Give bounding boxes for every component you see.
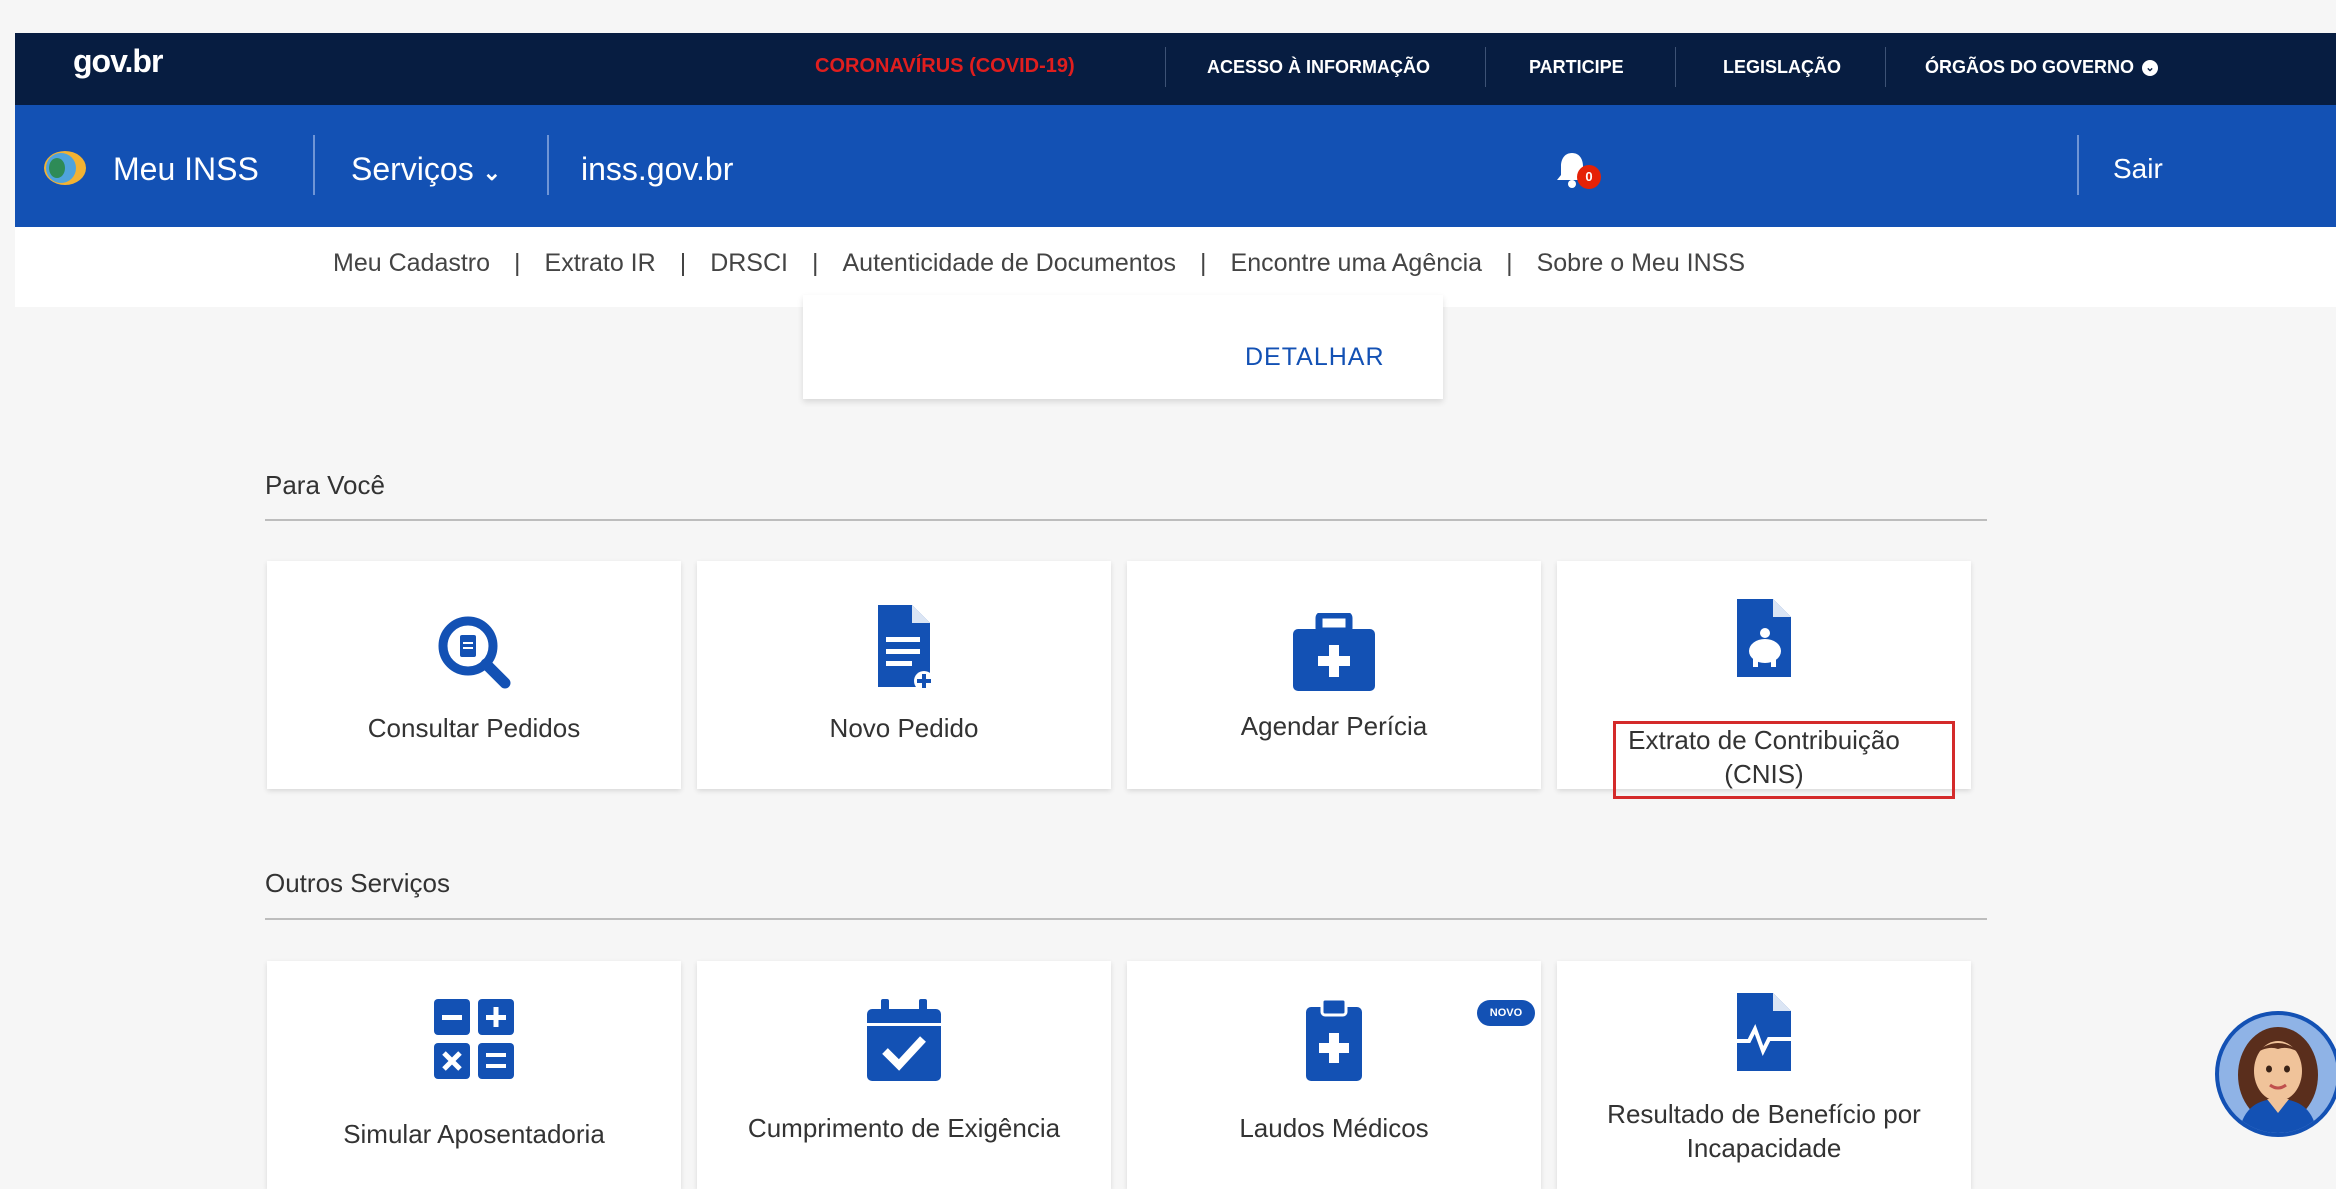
card-consultar-pedidos[interactable]: Consultar Pedidos	[267, 561, 681, 789]
calendar-check-icon	[867, 999, 941, 1081]
govbr-logo[interactable]: gov.br	[73, 43, 163, 80]
section-divider	[265, 918, 1987, 920]
divider	[1165, 47, 1166, 87]
new-badge: NOVO	[1477, 1000, 1535, 1026]
subnav-item-drsci[interactable]: DRSCI	[710, 249, 788, 277]
calculator-icon	[434, 999, 514, 1079]
divider	[2077, 135, 2079, 195]
site-link[interactable]: inss.gov.br	[581, 151, 733, 188]
chevron-down-icon: ⌄	[482, 160, 502, 185]
link-acesso-informacao[interactable]: ACESSO À INFORMAÇÃO	[1207, 57, 1430, 78]
divider: |	[811, 249, 819, 277]
section-title-outros-servicos: Outros Serviços	[265, 868, 450, 898]
medical-kit-icon	[1293, 613, 1375, 691]
divider: |	[679, 249, 687, 277]
divider: |	[1506, 249, 1513, 277]
divider	[1885, 47, 1886, 87]
search-document-icon	[438, 616, 511, 689]
card-label: Agendar Perícia	[1240, 711, 1428, 741]
subnav-item-encontre-agencia[interactable]: Encontre uma Agência	[1231, 249, 1483, 277]
section-title-para-voce: Para Você	[265, 470, 385, 500]
piggy-document-icon	[1737, 599, 1791, 677]
app-name[interactable]: Meu INSS	[113, 151, 259, 188]
summary-card: DETALHAR	[803, 295, 1443, 399]
new-document-icon	[878, 605, 934, 691]
assistant-avatar-icon	[2219, 1015, 2336, 1133]
divider	[1675, 47, 1676, 87]
divider: |	[514, 249, 521, 277]
inss-logo-icon	[44, 151, 86, 185]
divider	[313, 135, 315, 195]
section-divider	[265, 519, 1987, 521]
card-resultado-beneficio[interactable]: Resultado de Benefício por Incapacidade	[1557, 961, 1971, 1189]
card-label: Simular Aposentadoria	[343, 1119, 605, 1149]
card-label-line1: Resultado de Benefício por	[1607, 1099, 1921, 1129]
services-menu-button[interactable]: Serviços ⌄	[351, 151, 501, 188]
link-orgaos-governo[interactable]: ÓRGÃOS DO GOVERNO ⌄	[1925, 57, 2159, 78]
logout-button[interactable]: Sair	[2113, 153, 2163, 185]
card-agendar-pericia[interactable]: Agendar Perícia	[1127, 561, 1541, 789]
chevron-down-icon: ⌄	[2142, 60, 2159, 77]
divider	[547, 135, 549, 195]
card-cumprimento-exigencia[interactable]: Cumprimento de Exigência	[697, 961, 1111, 1189]
covid-link[interactable]: CORONAVÍRUS (COVID-19)	[815, 55, 1075, 78]
subnav-item-extrato-ir[interactable]: Extrato IR	[545, 249, 656, 277]
divider: |	[1200, 249, 1207, 277]
page: gov.br CORONAVÍRUS (COVID-19) ACESSO À I…	[15, 33, 2336, 1189]
medical-clipboard-icon	[1306, 997, 1362, 1081]
subnav-item-meu-cadastro[interactable]: Meu Cadastro	[333, 249, 490, 277]
card-label: Laudos Médicos	[1239, 1113, 1429, 1143]
link-legislacao[interactable]: LEGISLAÇÃO	[1723, 57, 1841, 78]
inss-header: Meu INSS Serviços ⌄ inss.gov.br 0 Sair	[15, 105, 2336, 227]
services-label: Serviços	[351, 151, 474, 187]
card-label: Novo Pedido	[829, 713, 979, 743]
orgaos-governo-label: ÓRGÃOS DO GOVERNO	[1925, 57, 2135, 77]
notifications-button[interactable]: 0	[1555, 151, 1601, 191]
notification-badge: 0	[1577, 165, 1601, 189]
subnav-item-autenticidade[interactable]: Autenticidade de Documentos	[842, 249, 1176, 277]
detail-button[interactable]: DETALHAR	[1245, 343, 1385, 372]
divider	[1485, 47, 1486, 87]
card-label-line2: Incapacidade	[1686, 1133, 1842, 1163]
document-pulse-icon	[1729, 993, 1799, 1071]
subnav-item-sobre[interactable]: Sobre o Meu INSS	[1537, 249, 1745, 277]
highlight-box	[1613, 721, 1955, 799]
card-novo-pedido[interactable]: Novo Pedido	[697, 561, 1111, 789]
gov-top-bar: gov.br CORONAVÍRUS (COVID-19) ACESSO À I…	[15, 33, 2336, 105]
card-label: Resultado de Benefício por Incapacidade	[1557, 1097, 1971, 1165]
link-participe[interactable]: PARTICIPE	[1529, 57, 1624, 78]
card-simular-aposentadoria[interactable]: Simular Aposentadoria	[267, 961, 681, 1189]
chat-assistant-avatar[interactable]	[2215, 1011, 2336, 1137]
card-label: Consultar Pedidos	[367, 713, 581, 743]
card-label: Cumprimento de Exigência	[747, 1113, 1061, 1143]
card-laudos-medicos[interactable]: Laudos Médicos	[1127, 961, 1541, 1189]
